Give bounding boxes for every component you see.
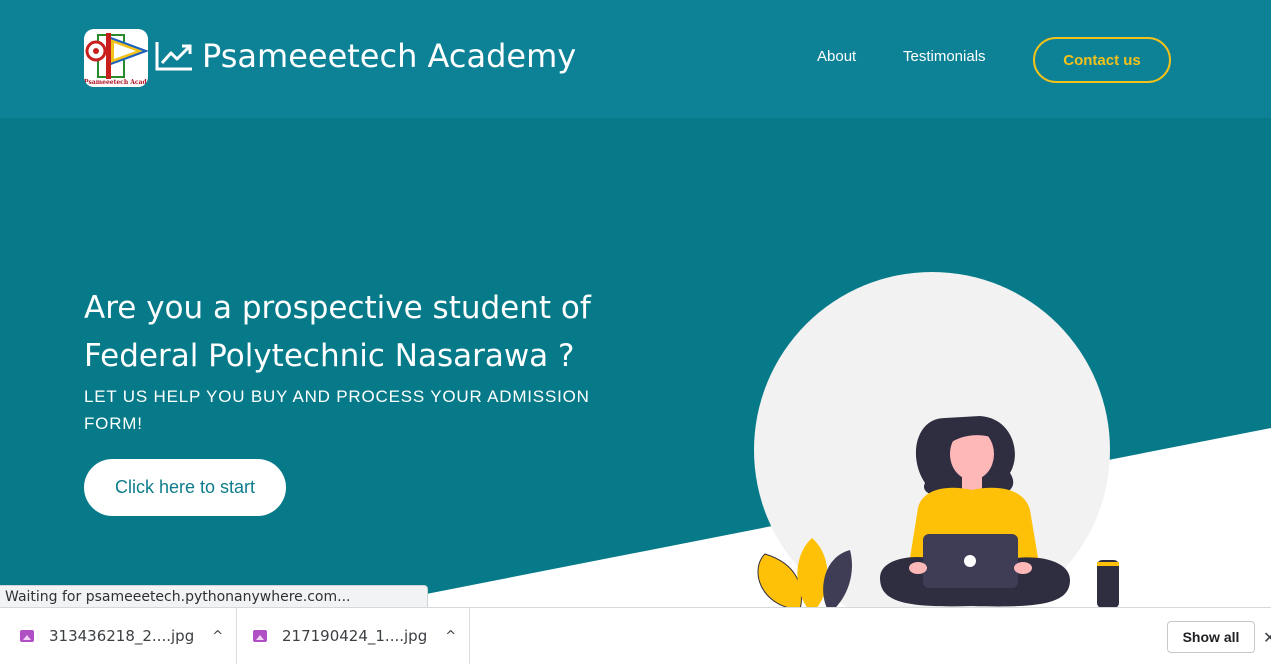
academy-logo[interactable]: Psameeetech Academy (84, 29, 148, 87)
download-shelf: 313436218_2....jpg ^ 217190424_1....jpg … (0, 607, 1271, 664)
hero-subline: LET US HELP YOU BUY AND PROCESS YOUR ADM… (84, 387, 590, 433)
brand-name[interactable]: Psameeetech Academy (202, 37, 576, 75)
logo-caption: Psameeetech Academy (84, 79, 148, 86)
nav-about-link[interactable]: About (817, 48, 856, 65)
chevron-up-icon[interactable]: ^ (445, 629, 456, 644)
download-item[interactable]: 313436218_2....jpg ^ (0, 608, 237, 664)
image-file-icon (253, 630, 267, 642)
nav-testimonials-link[interactable]: Testimonials (903, 48, 986, 65)
download-filename: 217190424_1....jpg (282, 627, 428, 645)
hero-headline: Are you a prospective student of Federal… (84, 290, 591, 374)
show-all-button[interactable]: Show all (1167, 621, 1255, 653)
hero-section: Are you a prospective student of Federal… (0, 118, 1271, 607)
image-file-icon (20, 630, 34, 642)
browser-status-bar: Waiting for psameeetech.pythonanywhere.c… (0, 585, 428, 607)
start-button[interactable]: Click here to start (84, 459, 286, 516)
download-item[interactable]: 217190424_1....jpg ^ (237, 608, 470, 664)
download-filename: 313436218_2....jpg (49, 627, 195, 645)
trending-up-icon (155, 42, 192, 71)
student-laptop-illustration (754, 272, 1119, 607)
close-icon[interactable]: ✕ (1263, 628, 1271, 647)
site-navbar: Psameeetech Academy Psameeetech Academy … (0, 0, 1271, 118)
chevron-up-icon[interactable]: ^ (212, 629, 223, 644)
contact-us-button[interactable]: Contact us (1033, 37, 1171, 83)
